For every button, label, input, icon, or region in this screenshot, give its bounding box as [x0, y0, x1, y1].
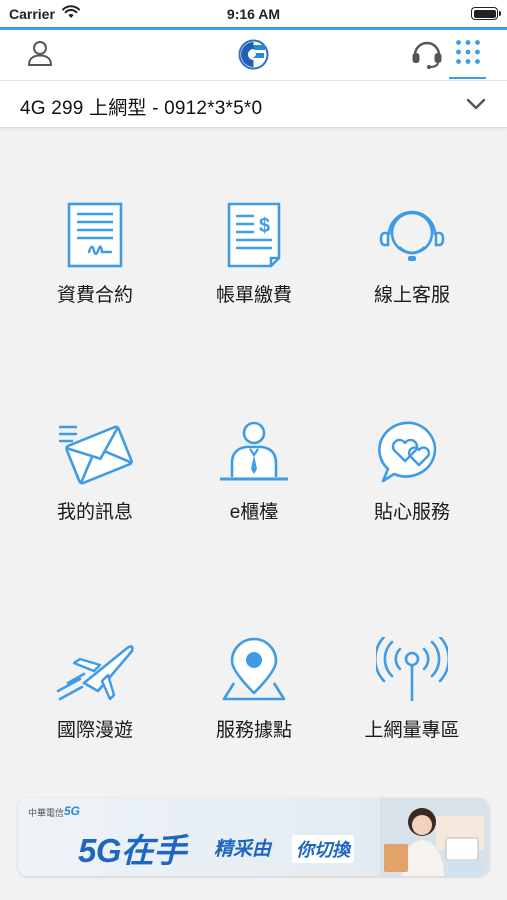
menu-label: 貼心服務 — [373, 502, 450, 523]
contract-icon — [67, 202, 123, 268]
user-icon[interactable] — [26, 39, 54, 67]
brand-name: 中華電信 — [28, 808, 65, 818]
location-pin-icon — [222, 637, 286, 701]
counter-person-icon — [220, 421, 288, 481]
chunghwa-logo-icon[interactable] — [238, 39, 269, 70]
menu-item-online-support[interactable]: 線上客服 — [332, 195, 492, 325]
battery-icon — [471, 7, 501, 20]
banner-subtitle: 精采由 — [214, 839, 272, 860]
menu-label: 上網量專區 — [364, 720, 460, 741]
heart-chat-icon — [378, 421, 437, 483]
chevron-down-icon[interactable] — [466, 97, 486, 111]
menu-label: 帳單繳費 — [215, 285, 292, 306]
menu-label: e櫃檯 — [229, 502, 279, 523]
clock: 9:16 AM — [226, 6, 281, 22]
menu-item-international-roaming[interactable]: 國際漫遊 — [15, 630, 175, 760]
plan-label: 4G 299 上網型 - 0912*3*5*0 — [20, 98, 263, 119]
plan-selector[interactable]: 4G 299 上網型 - 0912*3*5*0 — [0, 80, 507, 128]
menu-item-e-counter[interactable]: e櫃檯 — [174, 412, 334, 542]
airplane-icon — [56, 645, 134, 701]
headset-icon[interactable] — [410, 38, 444, 70]
banner-subtitle-highlight: 你切換 — [292, 835, 354, 863]
menu-item-bill-payment[interactable]: $ 帳單繳費 — [174, 195, 334, 325]
banner-photo-image — [380, 798, 489, 876]
antenna-icon — [376, 637, 448, 701]
headset-support-icon — [379, 210, 445, 261]
menu-item-my-messages[interactable]: 我的訊息 — [15, 412, 175, 542]
menu-item-tariff-contract[interactable]: 資費合約 — [15, 195, 175, 325]
promo-banner[interactable]: 中華電信 5G 5G在手 精采由 你切換 — [18, 798, 489, 876]
menu-label: 國際漫遊 — [56, 720, 133, 741]
mail-icon — [59, 425, 133, 485]
bill-icon: $ — [227, 202, 281, 268]
home-indicator — [0, 888, 507, 900]
active-tab-indicator — [449, 77, 486, 79]
status-bar: Carrier 9:16 AM — [0, 0, 507, 27]
top-nav-bar — [0, 27, 507, 80]
menu-label: 我的訊息 — [56, 502, 133, 523]
menu-label: 線上客服 — [373, 285, 450, 306]
menu-label: 資費合約 — [56, 285, 133, 306]
svg-text:$: $ — [259, 215, 270, 237]
menu-item-data-usage[interactable]: 上網量專區 — [332, 630, 492, 760]
banner-headline: 5G在手 — [78, 832, 187, 869]
menu-label: 服務據點 — [215, 720, 292, 741]
menu-item-service-locations[interactable]: 服務據點 — [174, 630, 334, 760]
grid-menu-icon[interactable] — [455, 39, 481, 65]
brand-5g-badge: 5G — [64, 804, 81, 818]
menu-item-caring-service[interactable]: 貼心服務 — [332, 412, 492, 542]
